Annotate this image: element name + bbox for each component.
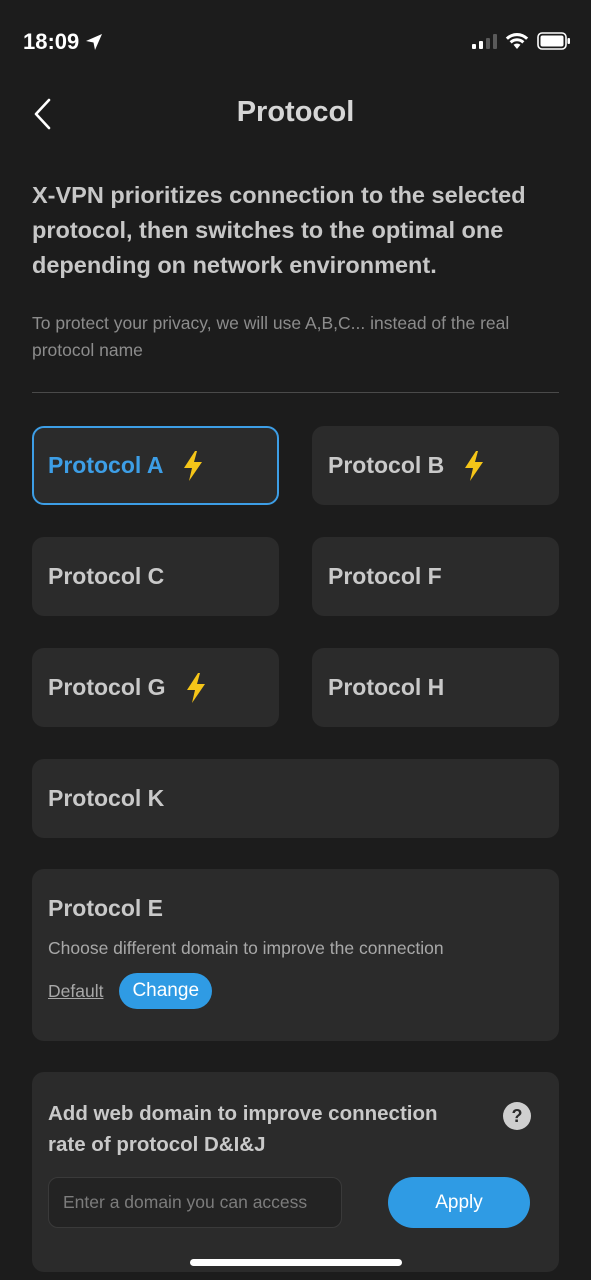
intro-text: X-VPN prioritizes connection to the sele… [32,182,526,278]
protocol-e-description: Choose different domain to improve the c… [48,938,444,958]
protocol-k-option[interactable]: Protocol K [32,759,559,838]
protocol-label: Protocol F [328,563,442,589]
home-indicator[interactable] [190,1259,402,1266]
time-text: 18:09 [23,29,80,54]
protocol-label: Protocol A [48,452,164,478]
lightning-bolt-icon [186,672,205,703]
protocol-g-option[interactable]: Protocol G [32,648,279,727]
protocol-c-option[interactable]: Protocol C [32,537,279,616]
lightning-bolt-icon [184,450,203,481]
protocol-label: Protocol G [48,674,166,700]
status-icons [472,32,571,50]
battery-icon [537,32,570,50]
protocol-label: Protocol B [328,452,445,478]
location-arrow-icon [86,34,103,50]
apply-button[interactable]: Apply [388,1177,530,1228]
divider [32,392,559,393]
status-time: 18:09 [23,29,103,55]
change-domain-button[interactable]: Change [119,973,213,1009]
protocol-h-option[interactable]: Protocol H [312,648,559,727]
default-domain-link[interactable]: Default [48,981,103,1002]
privacy-note: To protect your privacy, we will use A,B… [32,313,510,360]
page-title: Protocol [236,96,355,128]
domain-input[interactable] [48,1177,342,1228]
protocol-label: Protocol K [48,785,165,811]
protocol-f-option[interactable]: Protocol F [312,537,559,616]
cellular-signal-icon [472,33,497,49]
lightning-bolt-icon [465,450,484,481]
protocol-e-title: Protocol E [48,895,164,921]
web-domain-card: Add web domain to improve connection rat… [32,1072,559,1272]
protocol-label: Protocol H [328,674,445,700]
help-icon[interactable]: ? [503,1102,531,1130]
protocol-e-actions: Default Change [48,973,543,1009]
protocol-b-option[interactable]: Protocol B [312,426,559,505]
protocol-a-option[interactable]: Protocol A [32,426,279,505]
protocol-e-card[interactable]: Protocol E Choose different domain to im… [32,869,559,1041]
protocol-label: Protocol C [48,563,165,589]
wifi-icon [505,33,529,49]
web-domain-title: Add web domain to improve connection rat… [48,1102,438,1156]
